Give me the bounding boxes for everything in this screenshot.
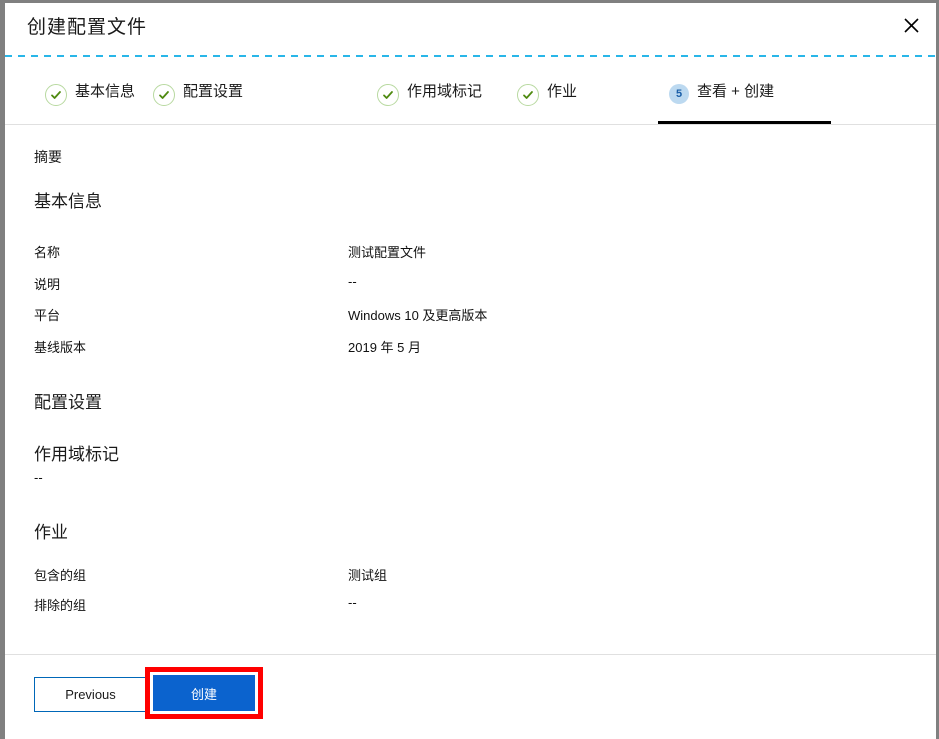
field-label-excluded-groups: 排除的组 [34,598,87,613]
wizard-step-review-create[interactable]: 5 查看 + 创建 [669,81,774,125]
check-icon [153,84,175,106]
scope-tags-value: -- [34,470,43,485]
focus-dashed-divider [5,55,936,57]
field-label-included-groups: 包含的组 [34,568,87,583]
field-label-description: 说明 [34,277,61,292]
check-icon [517,84,539,106]
field-value-excluded-groups: -- [348,595,357,610]
field-value-baseline-version: 2019 年 5 月 [348,340,421,355]
close-icon[interactable] [896,10,926,40]
wizard-steps: 基本信息 配置设置 作用域标记 作业 5 查看 + 创建 [5,81,936,125]
step-number-badge: 5 [669,84,689,104]
page-title: 创建配置文件 [27,17,148,38]
field-value-included-groups: 测试组 [348,568,388,583]
check-icon [45,84,67,106]
wizard-step-settings[interactable]: 配置设置 [153,81,243,125]
field-label-baseline-version: 基线版本 [34,340,87,355]
review-content: 摘要 基本信息 名称 测试配置文件 说明 -- 平台 Windows 10 及更… [5,125,936,654]
wizard-step-label: 配置设置 [183,83,244,100]
dialog-titlebar: 创建配置文件 [5,3,936,55]
wizard-step-label: 作业 [547,83,578,100]
wizard-step-scope[interactable]: 作用域标记 [377,81,482,125]
wizard-step-basics[interactable]: 基本信息 [45,81,135,125]
section-heading-assignments: 作业 [34,523,68,542]
field-label-platform: 平台 [34,308,61,323]
wizard-step-label: 查看 + 创建 [697,83,775,100]
wizard-step-label: 基本信息 [75,83,136,100]
field-value-description: -- [348,274,357,289]
section-heading-scope-tags: 作用域标记 [34,445,119,464]
section-heading-configuration-settings: 配置设置 [34,393,102,412]
footer-divider [5,654,936,655]
field-value-platform: Windows 10 及更高版本 [348,308,488,323]
previous-button[interactable]: Previous [34,677,147,712]
summary-title: 摘要 [34,149,62,165]
field-value-name: 测试配置文件 [348,245,427,260]
check-icon [377,84,399,106]
wizard-step-assignments[interactable]: 作业 [517,81,577,125]
field-label-name: 名称 [34,245,61,260]
create-profile-dialog: 创建配置文件 基本信息 配置设置 作用域标记 作业 5 查看 + 创建 摘要 基… [0,0,939,739]
section-heading-basics: 基本信息 [34,192,102,211]
create-button[interactable]: 创建 [153,675,255,711]
wizard-step-label: 作用域标记 [407,83,483,100]
dialog-footer: Previous [5,654,936,739]
